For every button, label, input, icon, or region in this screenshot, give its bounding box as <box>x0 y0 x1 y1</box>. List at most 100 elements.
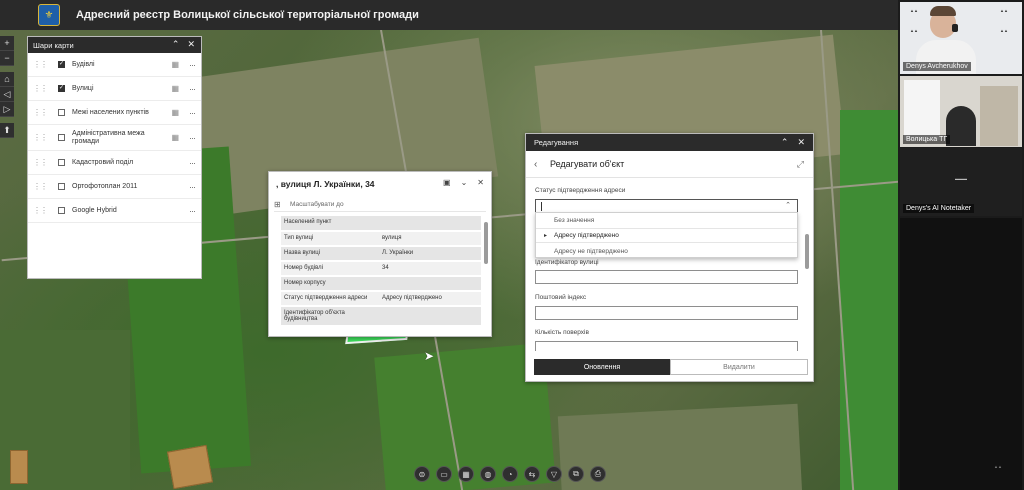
close-icon[interactable]: ✕ <box>187 39 195 50</box>
attribute-value <box>379 276 481 292</box>
more-options-icon[interactable]: ··· <box>189 84 196 94</box>
layer-checkbox[interactable] <box>58 207 65 214</box>
more-options-icon[interactable]: ··· <box>189 60 196 70</box>
layer-item[interactable]: ⋮⋮ Межі населених пунктів ▦ ··· <box>28 101 201 125</box>
wall-logo-icon: ▲▲ <box>1000 8 1008 13</box>
attribute-table-icon[interactable]: ▦ <box>171 60 179 69</box>
layers-panel-header: Шари карти ⌃ ✕ <box>28 37 201 53</box>
video-call-sidebar: ▲▲ ▲▲ ▲▲ ▲▲ Denys Avcherukhov Волицька Т… <box>898 0 1024 490</box>
layer-checkbox[interactable] <box>58 60 65 68</box>
layer-checkbox[interactable] <box>58 84 65 92</box>
layer-label: Google Hybrid <box>72 206 117 214</box>
next-extent-icon[interactable]: ▷ <box>0 102 14 117</box>
video-tile[interactable]: ▲▲ ▲▲ ▲▲ ▲▲ Denys Avcherukhov <box>900 2 1022 74</box>
swipe-tool-icon[interactable]: ⇆ <box>524 466 540 482</box>
room-shelf <box>980 86 1018 146</box>
attribute-key: Ідентифікатор об'єкта будівництва <box>281 306 379 327</box>
wall-logo-icon: ▲▲ <box>1000 28 1008 33</box>
edit-scrollbar[interactable] <box>805 234 809 269</box>
layer-item[interactable]: ⋮⋮ Вулиці ▦ ··· <box>28 77 201 101</box>
layers-panel: Шари карти ⌃ ✕ ⋮⋮ Будівлі ▦ ··· ⋮⋮ Вулиц… <box>27 36 202 279</box>
more-options-icon[interactable]: ··· <box>189 182 196 192</box>
drag-handle-icon[interactable]: ⋮⋮ <box>33 206 48 215</box>
edit-tool-icon[interactable]: ⧉ <box>568 466 584 482</box>
notetaker-logo-icon: ▬▬▬ <box>955 176 967 181</box>
layer-checkbox[interactable] <box>58 109 65 116</box>
video-tile[interactable]: ▬▬▬ Denys's AI Notetaker <box>900 148 1022 216</box>
update-button[interactable]: Оновлення <box>534 359 670 375</box>
measure-tool-icon[interactable]: ◔ <box>502 466 518 482</box>
drag-handle-icon[interactable]: ⋮⋮ <box>33 158 48 167</box>
dropdown-option[interactable]: Без значення <box>536 213 797 228</box>
more-options-icon[interactable]: ··· <box>189 206 196 216</box>
drag-handle-icon[interactable]: ⋮⋮ <box>33 133 48 142</box>
layer-label: Кадастровий поділ <box>72 158 134 166</box>
drag-handle-icon[interactable]: ⋮⋮ <box>33 60 48 69</box>
collapse-icon[interactable]: ⌃ <box>172 39 180 50</box>
attribute-table-icon[interactable]: ▦ <box>171 133 179 142</box>
filter-tool-icon[interactable]: ▽ <box>546 466 562 482</box>
dock-icon[interactable]: ▣ <box>443 178 451 187</box>
basemap-tool-icon[interactable]: ▭ <box>436 466 452 482</box>
attribute-value: вулиця <box>379 231 481 247</box>
status-select[interactable]: ⌃ <box>535 199 798 213</box>
zoom-out-button[interactable]: − <box>0 51 14 66</box>
postal-code-label: Поштовий індекс <box>535 294 587 301</box>
back-icon[interactable]: ‹ <box>534 159 537 170</box>
collapse-icon[interactable]: ⌄ <box>461 178 468 187</box>
table-tool-icon[interactable]: ▦ <box>458 466 474 482</box>
layers-tool-icon[interactable]: ⊜ <box>414 466 430 482</box>
attribute-key: Статус підтвердження адреси <box>281 291 379 307</box>
drag-handle-icon[interactable]: ⋮⋮ <box>33 108 48 117</box>
draw-tool-icon[interactable]: ◍ <box>480 466 496 482</box>
home-icon[interactable]: ⌂ <box>0 72 14 87</box>
table-row: Ідентифікатор об'єкта будівництва <box>281 306 481 327</box>
more-options-icon[interactable]: ··· <box>189 158 196 168</box>
expand-icon[interactable]: ⤢ <box>797 159 804 170</box>
map-building[interactable] <box>10 450 28 484</box>
table-row: Назва вулиці Л. Українки <box>281 246 481 262</box>
close-icon[interactable]: ✕ <box>477 178 484 187</box>
layer-label: Будівлі <box>72 60 95 68</box>
dropdown-option[interactable]: Адресу не підтверджено <box>536 244 797 259</box>
drag-handle-icon[interactable]: ⋮⋮ <box>33 84 48 93</box>
drag-handle-icon[interactable]: ⋮⋮ <box>33 182 48 191</box>
layer-item[interactable]: ⋮⋮ Google Hybrid ··· <box>28 199 201 223</box>
collapse-icon[interactable]: ⌃ <box>781 137 789 148</box>
attribute-value: 34 <box>379 261 481 277</box>
layer-item[interactable]: ⋮⋮ Адміністративна межа громади ▦ ··· <box>28 125 201 151</box>
layer-checkbox[interactable] <box>58 183 65 190</box>
zoom-in-button[interactable]: + <box>0 36 14 51</box>
compass-icon[interactable]: ⬆ <box>0 123 14 138</box>
video-tile[interactable]: Волицька ТГ <box>900 76 1022 147</box>
feature-popup: , вулиця Л. Українки, 34 ▣ ⌄ ✕ ⊞ Масштаб… <box>268 171 492 337</box>
layer-item[interactable]: ⋮⋮ Кадастровий поділ ··· <box>28 151 201 175</box>
more-options-icon[interactable]: ··· <box>189 133 196 143</box>
map-building[interactable] <box>167 444 213 490</box>
attribute-table-icon[interactable]: ▦ <box>171 108 179 117</box>
layer-item[interactable]: ⋮⋮ Ортофотоплан 2011 ··· <box>28 175 201 199</box>
layer-checkbox[interactable] <box>58 134 65 141</box>
layer-checkbox[interactable] <box>58 159 65 166</box>
layer-item[interactable]: ⋮⋮ Будівлі ▦ ··· <box>28 53 201 77</box>
more-options-icon[interactable]: ··· <box>189 108 196 118</box>
dropdown-option-selected[interactable]: ▸ Адресу підтверджено <box>536 228 797 243</box>
print-tool-icon[interactable]: ⎙ <box>590 466 606 482</box>
participant-avatar <box>946 106 976 146</box>
popup-title: , вулиця Л. Українки, 34 <box>276 179 375 189</box>
floors-input[interactable] <box>535 341 798 351</box>
grid-icon[interactable]: ⊞ <box>274 200 284 209</box>
attribute-key: Тип вулиці <box>281 231 379 247</box>
chevron-up-icon[interactable]: ⌃ <box>785 201 791 209</box>
postal-code-input[interactable] <box>535 306 798 320</box>
layer-label: Адміністративна межа громади <box>72 129 145 145</box>
zoom-to-button[interactable]: Масштабувати до <box>290 201 344 208</box>
previous-extent-icon[interactable]: ◁ <box>0 87 14 102</box>
floors-label: Кількість поверхів <box>535 329 589 336</box>
street-id-input[interactable] <box>535 270 798 284</box>
attribute-table-icon[interactable]: ▦ <box>171 84 179 93</box>
close-icon[interactable]: ✕ <box>797 137 805 148</box>
edit-subheader: ‹ Редагувати об'єкт ⤢ <box>526 151 813 178</box>
popup-scrollbar[interactable] <box>484 222 488 264</box>
delete-button[interactable]: Видалити <box>670 359 808 375</box>
